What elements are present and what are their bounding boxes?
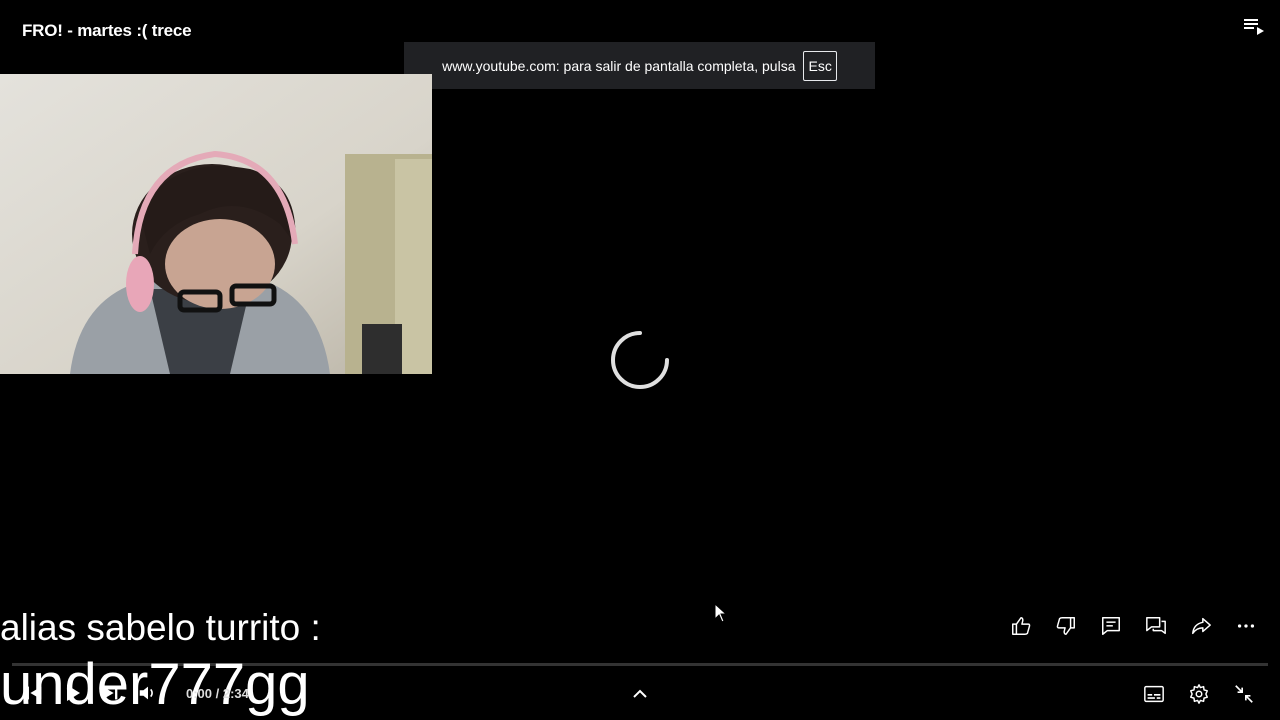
gear-icon bbox=[1190, 684, 1208, 704]
esc-key-badge: Esc bbox=[803, 50, 837, 81]
next-icon bbox=[102, 686, 118, 700]
dislike-button[interactable] bbox=[1052, 612, 1080, 640]
play-icon bbox=[67, 685, 80, 701]
fullscreen-notice-message: www.youtube.com: para salir de pantalla … bbox=[442, 57, 796, 74]
spinner-icon bbox=[611, 331, 669, 389]
previous-icon bbox=[26, 686, 42, 700]
cursor-icon bbox=[714, 603, 728, 623]
settings-button[interactable] bbox=[1185, 680, 1213, 708]
video-title[interactable]: FRO! - martes :( trece bbox=[22, 21, 192, 41]
expand-button[interactable] bbox=[628, 682, 652, 706]
next-button[interactable] bbox=[96, 679, 124, 707]
more-icon bbox=[1237, 624, 1255, 628]
share-button[interactable] bbox=[1187, 612, 1215, 640]
play-button[interactable] bbox=[58, 679, 86, 707]
time-display: 0:00 / 2:34 bbox=[186, 685, 249, 701]
volume-button[interactable] bbox=[134, 679, 162, 707]
overlay-caption-line1: alias sabelo turrito : bbox=[0, 607, 321, 648]
thumbs-up-icon bbox=[1012, 617, 1031, 635]
more-button[interactable] bbox=[1232, 612, 1260, 640]
playlist-button[interactable] bbox=[1242, 14, 1266, 38]
playback-controls: 0:00 / 2:34 bbox=[20, 678, 249, 708]
webcam-frame bbox=[0, 74, 432, 374]
chevron-up-icon bbox=[633, 689, 647, 698]
live-chat-button[interactable] bbox=[1142, 612, 1170, 640]
mouse-cursor bbox=[714, 603, 728, 623]
playlist-icon bbox=[1244, 19, 1264, 35]
comments-button[interactable] bbox=[1097, 612, 1125, 640]
volume-icon bbox=[139, 686, 153, 700]
exit-fullscreen-button[interactable] bbox=[1230, 680, 1258, 708]
subtitles-button[interactable] bbox=[1140, 680, 1168, 708]
previous-button[interactable] bbox=[20, 679, 48, 707]
subtitles-icon bbox=[1144, 685, 1164, 703]
video-player[interactable]: FRO! - martes :( trece www.youtube.com: … bbox=[0, 0, 1280, 720]
thumbs-down-icon bbox=[1056, 617, 1075, 635]
loading-spinner bbox=[609, 329, 671, 391]
fullscreen-notice: www.youtube.com: para salir de pantalla … bbox=[404, 42, 875, 89]
share-icon bbox=[1192, 617, 1211, 635]
player-settings-controls bbox=[1140, 680, 1258, 708]
chat-icon bbox=[1146, 617, 1166, 635]
like-button[interactable] bbox=[1007, 612, 1035, 640]
action-bar bbox=[1007, 612, 1260, 640]
comment-icon bbox=[1102, 617, 1120, 635]
progress-bar[interactable] bbox=[12, 663, 1268, 666]
exit-fullscreen-icon bbox=[1235, 685, 1253, 703]
